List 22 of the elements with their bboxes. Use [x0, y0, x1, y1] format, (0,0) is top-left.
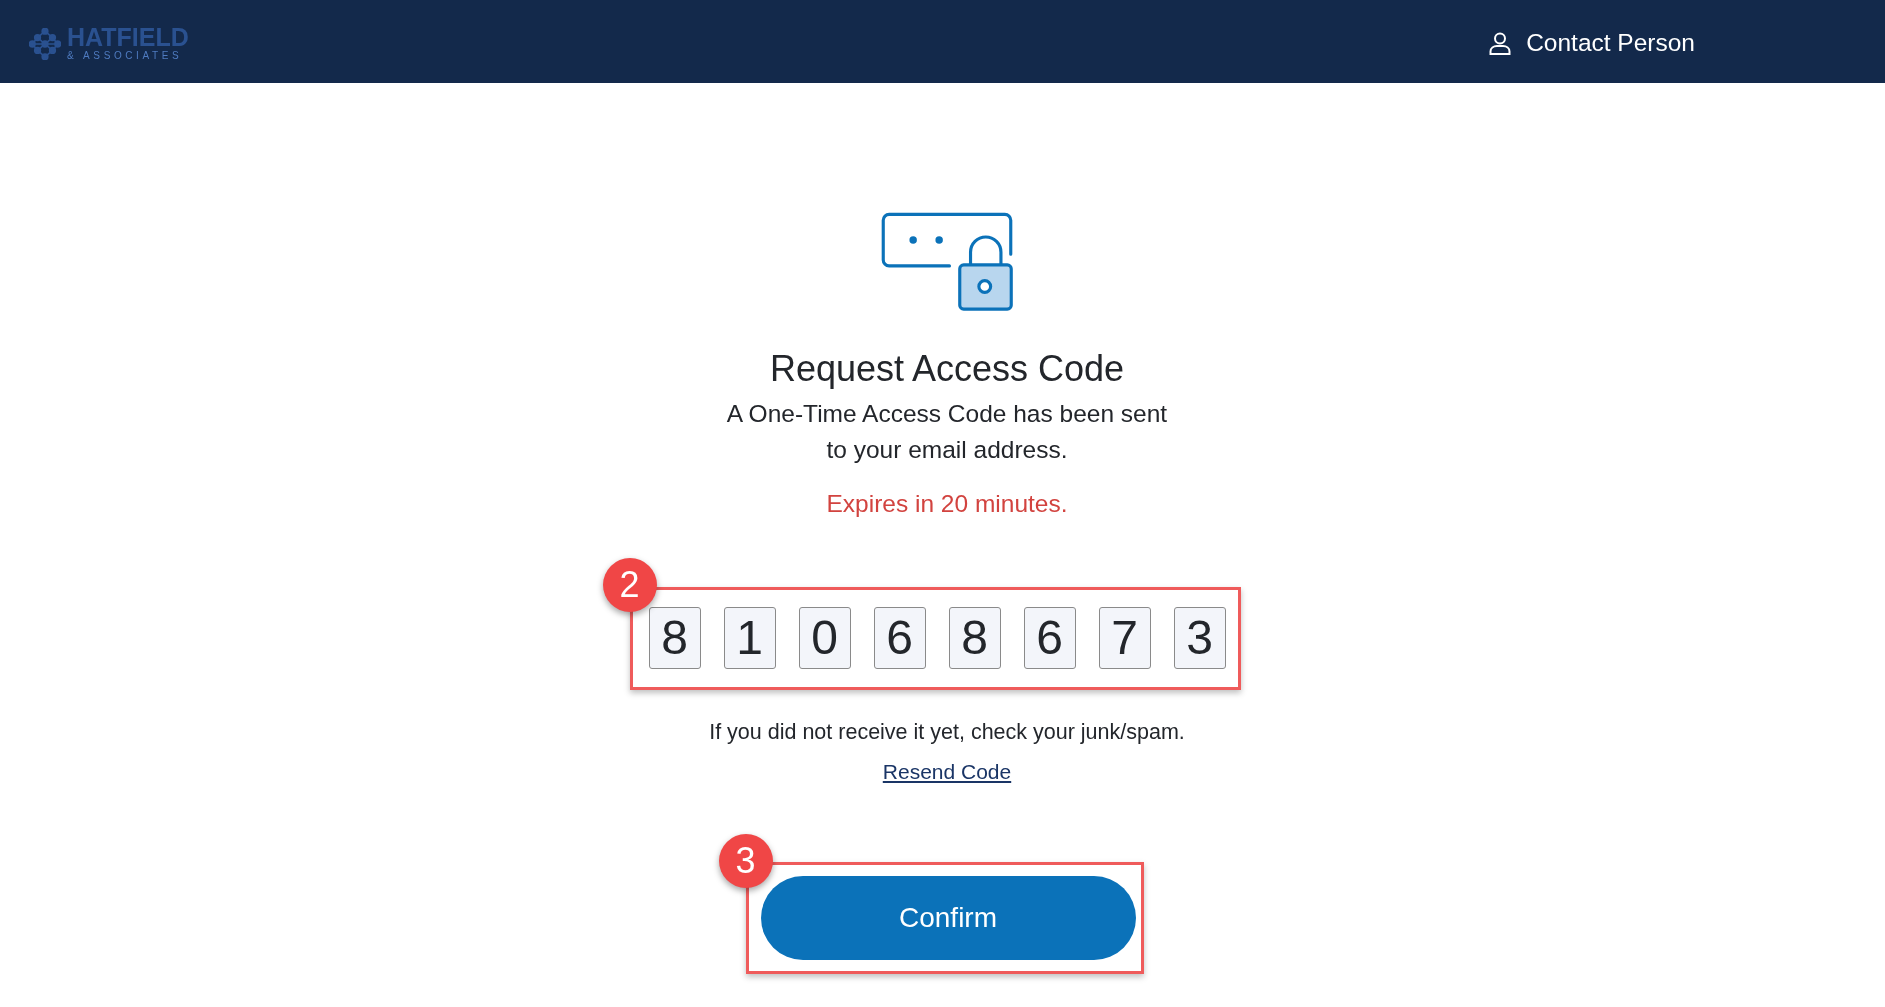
expiry-notice: Expires in 20 minutes.: [826, 489, 1068, 519]
step-number-marker: 3: [718, 834, 773, 888]
person-icon: [1489, 32, 1512, 55]
sent-message: A One-Time Access Code has been sent to your email address.: [725, 399, 1169, 465]
resend-code-link[interactable]: Resend Code: [882, 758, 1012, 786]
lock-screen-icon: [879, 211, 1015, 313]
contact-person-menu[interactable]: Contact Person: [1489, 25, 1695, 62]
step-number-marker: 2: [602, 558, 657, 612]
code-digit-field[interactable]: 6: [1023, 607, 1076, 669]
code-digit-field[interactable]: 8: [948, 607, 1001, 669]
code-digit-field[interactable]: 7: [1098, 607, 1151, 669]
page-title: Request Access Code: [769, 349, 1125, 389]
code-digit-field[interactable]: 8: [648, 607, 701, 669]
confirm-button[interactable]: Confirm: [760, 876, 1136, 960]
code-digit-field[interactable]: 0: [798, 607, 851, 669]
help-text: If you did not receive it yet, check your junk/spam.: [709, 719, 1185, 746]
logo-wordmark: HATFIELD: [67, 25, 189, 49]
code-digit-field[interactable]: 1: [723, 607, 776, 669]
logo-tagline: & ASSOCIATES: [67, 50, 184, 62]
code-digit-field[interactable]: 6: [873, 607, 926, 669]
code-digit-field[interactable]: 3: [1173, 607, 1226, 669]
logo-icon: [29, 27, 61, 60]
